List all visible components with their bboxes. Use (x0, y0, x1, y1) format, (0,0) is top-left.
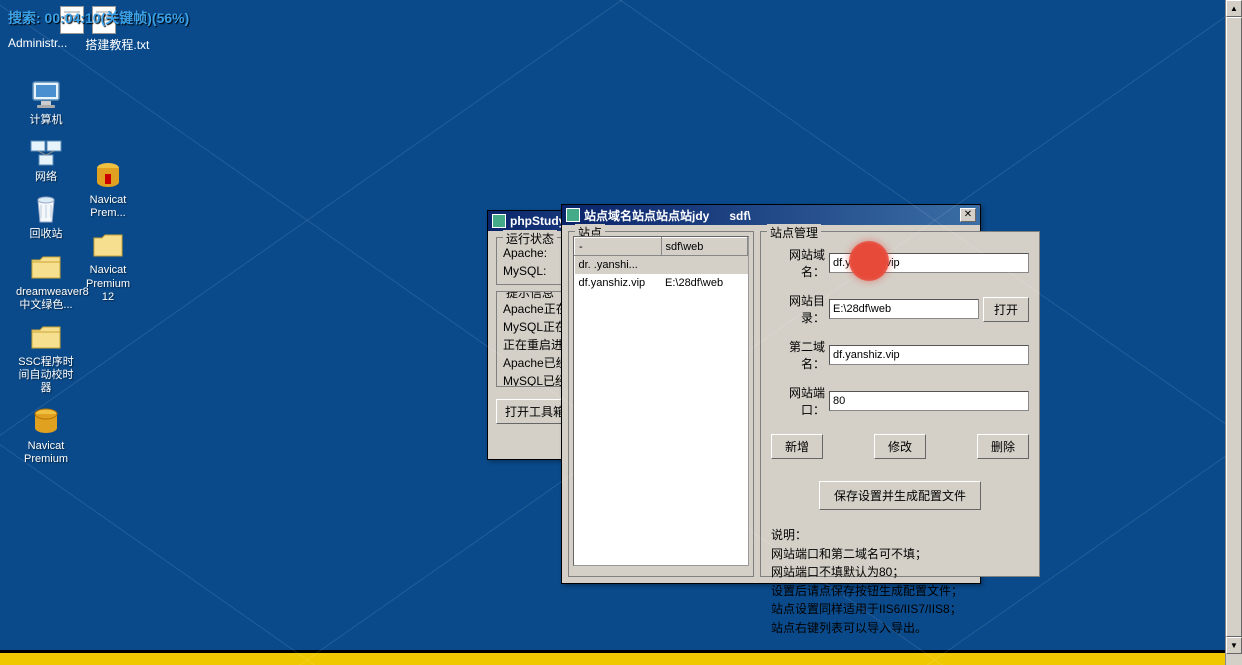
site-table[interactable]: - sdf\web dr. .yanshi... df.yanshiz.vipE… (573, 236, 749, 566)
close-icon[interactable]: ✕ (960, 208, 976, 222)
save-config-button[interactable]: 保存设置并生成配置文件 (819, 481, 981, 510)
search-timestamp-overlay: 搜索: 00:04:10(关键帧)(56%) (8, 8, 189, 28)
domain-label: 网站域名： (771, 246, 825, 280)
second-domain-label: 第二域名： (771, 338, 825, 372)
dir-input[interactable] (829, 299, 979, 319)
dreamweaver-folder-icon[interactable]: dreamweaver8中文绿色... (18, 250, 74, 312)
scroll-up-icon[interactable]: ▲ (1226, 0, 1242, 17)
col-dir[interactable]: sdf\web (661, 238, 748, 256)
site-list-groupbox: 站点 - sdf\web dr. .yanshi... df.yanshiz.v… (568, 231, 754, 577)
mysql-status-label: MySQL: (503, 264, 546, 278)
app-icon (492, 214, 506, 228)
port-input[interactable] (829, 391, 1029, 411)
help-text: 说明： 网站端口和第二域名可不填； 网站端口不填默认为80； 设置后请点保存按钮… (767, 522, 1033, 642)
site-mgmt-groupbox: 站点管理 网站域名： 网站目录： 打开 第二域名： 网站端口： 新增 修改 (760, 231, 1040, 577)
col-domain[interactable]: - (575, 238, 662, 256)
table-row[interactable]: df.yanshiz.vipE:\28df\web (575, 274, 748, 292)
network-icon[interactable]: 网络 (18, 135, 74, 184)
scroll-thumb[interactable] (1226, 17, 1242, 637)
recycle-bin-icon[interactable]: 回收站 (18, 192, 74, 241)
open-dir-button[interactable]: 打开 (983, 297, 1029, 322)
app-icon (566, 208, 580, 222)
file-label: 搭建教程.txt (85, 36, 149, 53)
delete-button[interactable]: 删除 (977, 434, 1029, 459)
navicat-premium-icon[interactable]: Navicat Premium (18, 404, 74, 466)
apache-status-label: Apache: (503, 246, 547, 260)
bottom-status-bar (0, 652, 1225, 665)
domain-input[interactable] (829, 253, 1029, 273)
dir-label: 网站目录： (771, 292, 825, 326)
table-row[interactable]: dr. .yanshi... (575, 256, 748, 274)
navicat-prem-icon[interactable]: Navicat Prem... (80, 158, 136, 220)
vertical-scrollbar[interactable]: ▲ ▼ (1225, 0, 1242, 665)
port-label: 网站端口： (771, 384, 825, 418)
add-button[interactable]: 新增 (771, 434, 823, 459)
modify-button[interactable]: 修改 (874, 434, 926, 459)
second-domain-input[interactable] (829, 345, 1029, 365)
ssc-folder-icon[interactable]: SSC程序时间自动校时器 (18, 320, 74, 396)
scroll-down-icon[interactable]: ▼ (1226, 637, 1242, 654)
navicat-prem12-folder-icon[interactable]: Navicat Premium 12 (80, 228, 136, 304)
site-manager-window[interactable]: 站点域名站点站点站jdy sdf\ ✕ 站点 - sdf\web dr. .ya… (561, 204, 981, 584)
file-label: Administr... (8, 36, 67, 53)
sitemgr-titlebar[interactable]: 站点域名站点站点站jdy sdf\ ✕ (562, 205, 980, 225)
computer-icon[interactable]: 计算机 (18, 78, 74, 127)
